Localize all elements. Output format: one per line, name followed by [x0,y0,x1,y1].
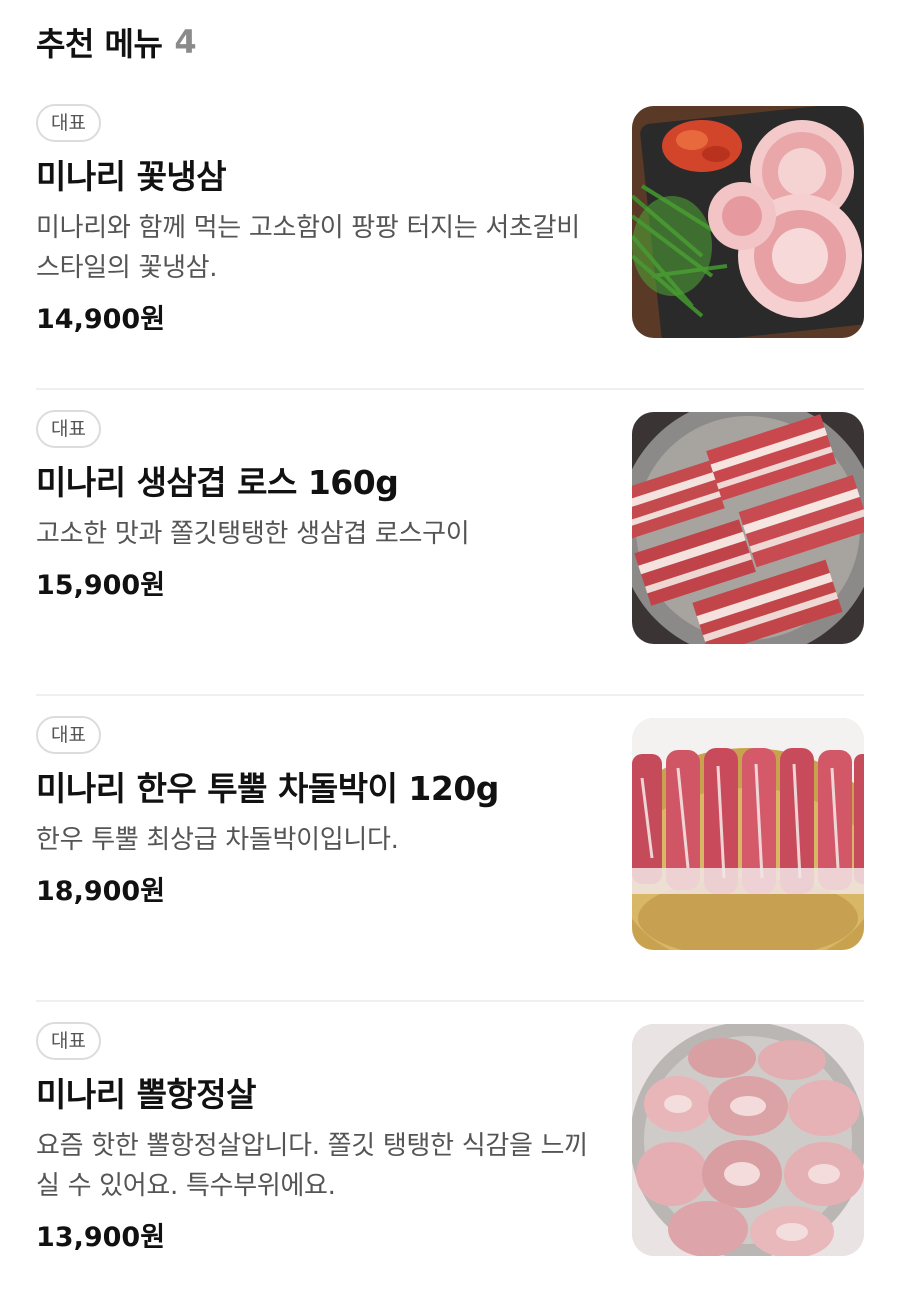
menu-price: 13,900원 [36,1222,166,1253]
menu-thumbnail[interactable] [632,412,864,644]
menu-thumbnail[interactable] [632,718,864,950]
menu-text: 대표 미나리 한우 투뿔 차돌박이 120g 한우 투뿔 최상급 차돌박이입니다… [36,716,596,910]
recommended-menu-page: 추천 메뉴 4 대표 미나리 꽃냉삼 미나리와 함께 먹는 고소함이 팡팡 터지… [0,0,900,1314]
signature-badge: 대표 [36,410,101,448]
menu-name: 미나리 꽃냉삼 [36,157,227,196]
menu-thumbnail[interactable] [632,106,864,338]
sliced-pork-with-minari-photo [632,106,864,338]
menu-description: 고소한 맛과 쫄깃탱탱한 생삼겹 로스구이 [36,519,470,549]
menu-price: 15,900원 [36,570,166,601]
menu-item[interactable]: 대표 미나리 한우 투뿔 차돌박이 120g 한우 투뿔 최상급 차돌박이입니다… [36,696,864,1002]
menu-text: 대표 미나리 꽃냉삼 미나리와 함께 먹는 고소함이 팡팡 터지는 서초갈비 스… [36,104,596,338]
pork-belly-photo [632,412,864,644]
menu-description: 한우 투뿔 최상급 차돌박이입니다. [36,825,399,855]
menu-text: 대표 미나리 생삼겹 로스 160g 고소한 맛과 쫄깃탱탱한 생삼겹 로스구이… [36,410,596,604]
pork-jowl-photo [632,1024,864,1256]
menu-name: 미나리 뽈항정살 [36,1075,257,1114]
menu-name: 미나리 한우 투뿔 차돌박이 120g [36,769,499,808]
menu-price: 14,900원 [36,304,166,335]
menu-item[interactable]: 대표 미나리 꽃냉삼 미나리와 함께 먹는 고소함이 팡팡 터지는 서초갈비 스… [36,84,864,390]
menu-description: 요즘 핫한 뽈항정살압니다. 쫄깃 탱탱한 식감을 느끼실 수 있어요. 특수부… [36,1131,588,1201]
signature-badge: 대표 [36,716,101,754]
menu-price: 18,900원 [36,876,166,907]
signature-badge: 대표 [36,104,101,142]
section-title: 추천 메뉴 [36,25,163,63]
menu-thumbnail[interactable] [632,1024,864,1256]
menu-text: 대표 미나리 뽈항정살 요즘 핫한 뽈항정살압니다. 쫄깃 탱탱한 식감을 느끼… [36,1022,596,1256]
section-count: 4 [174,23,197,61]
menu-item[interactable]: 대표 미나리 뽈항정살 요즘 핫한 뽈항정살압니다. 쫄깃 탱탱한 식감을 느끼… [36,1002,864,1308]
menu-item[interactable]: 대표 미나리 생삼겹 로스 160g 고소한 맛과 쫄깃탱탱한 생삼겹 로스구이… [36,390,864,696]
beef-brisket-photo [632,718,864,950]
menu-description: 미나리와 함께 먹는 고소함이 팡팡 터지는 서초갈비 스타일의 꽃냉삼. [36,213,580,283]
section-header: 추천 메뉴 4 [36,0,864,84]
signature-badge: 대표 [36,1022,101,1060]
menu-name: 미나리 생삼겹 로스 160g [36,463,399,502]
menu-list: 대표 미나리 꽃냉삼 미나리와 함께 먹는 고소함이 팡팡 터지는 서초갈비 스… [36,84,864,1308]
